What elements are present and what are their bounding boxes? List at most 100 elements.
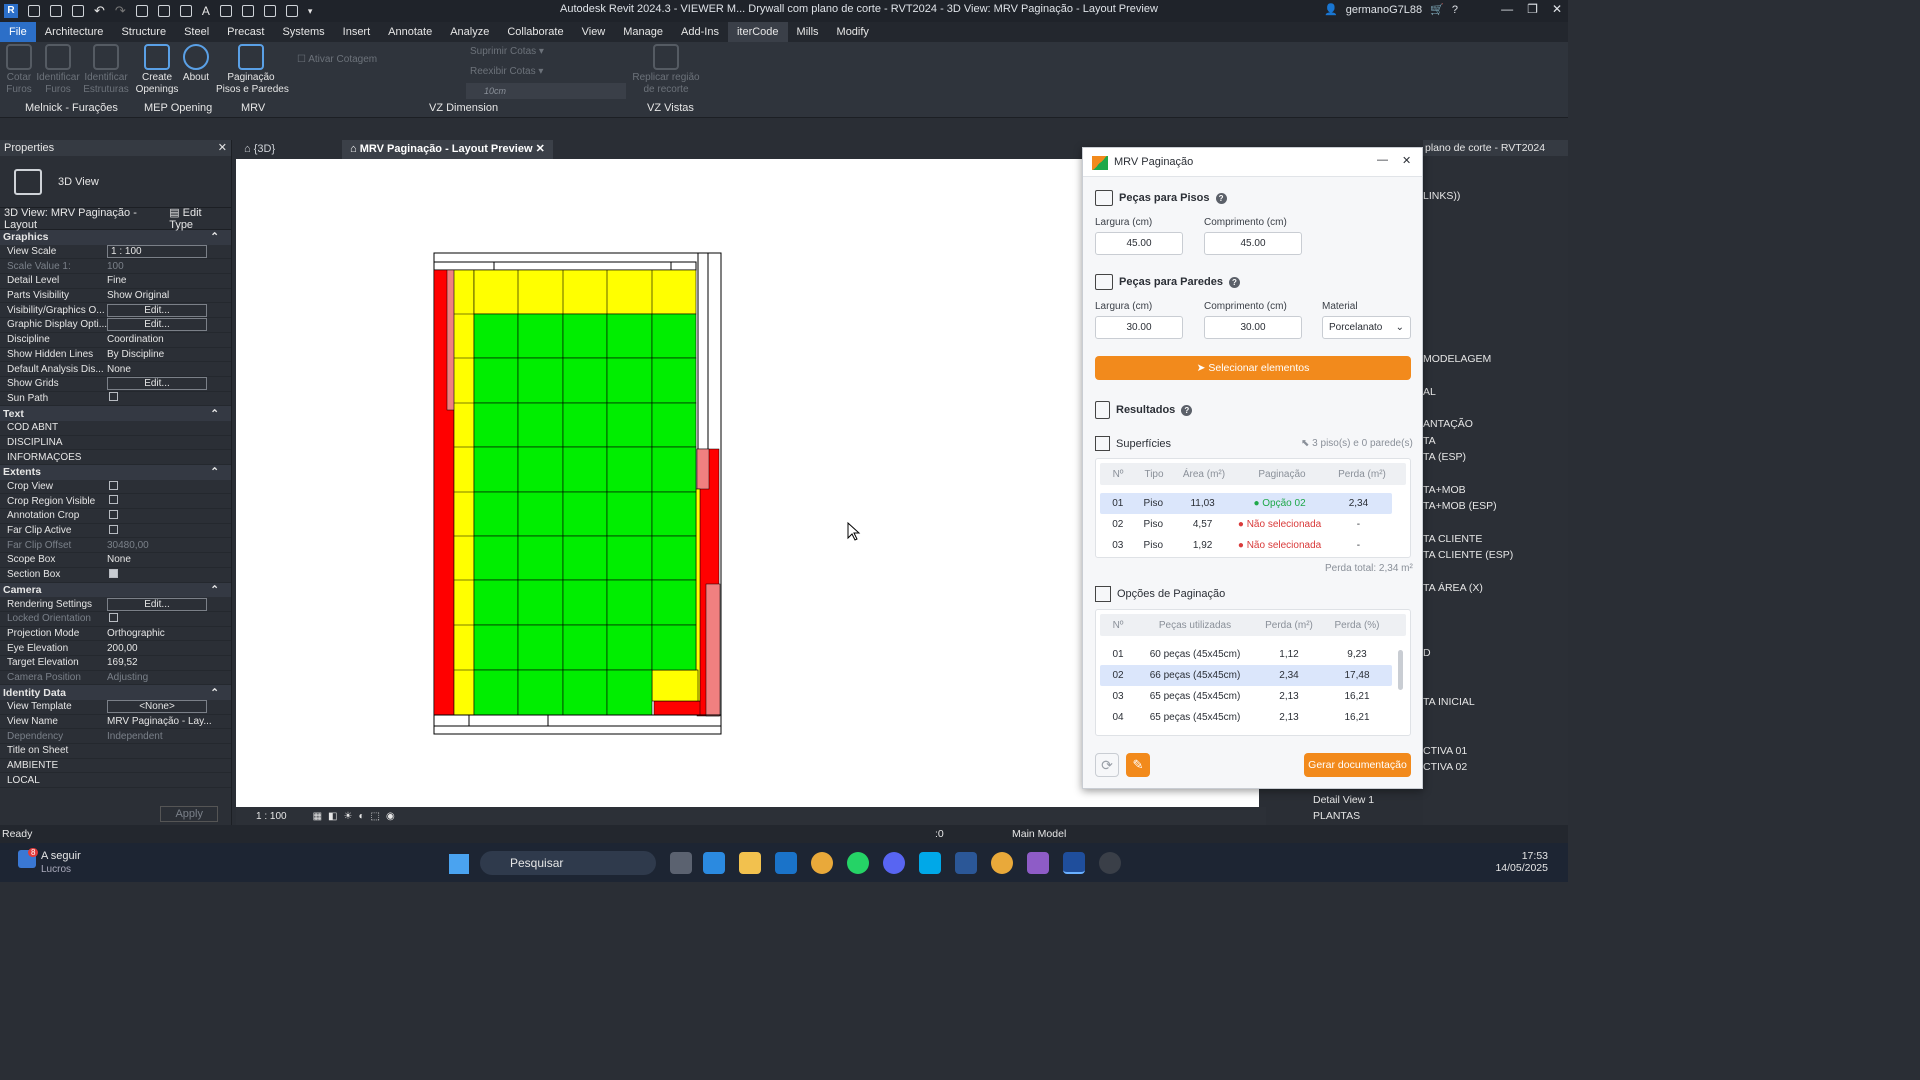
design-option-selector[interactable]: Main Model: [1012, 825, 1066, 843]
group-camera[interactable]: Camera ⌃: [0, 582, 231, 598]
file-explorer-icon[interactable]: [739, 852, 761, 874]
collapse-icon[interactable]: ⌃: [210, 466, 219, 478]
qat-dropdown-icon[interactable]: ▾: [308, 6, 313, 17]
detail-level-icon[interactable]: ▦: [313, 811, 322, 822]
section-icon[interactable]: [241, 5, 254, 17]
property-edit-button[interactable]: Edit...: [107, 318, 207, 332]
property-checkbox[interactable]: [109, 568, 118, 578]
revit-taskbar-icon[interactable]: [1063, 852, 1085, 874]
about-button[interactable]: About: [181, 44, 211, 84]
shadows-icon[interactable]: ◐: [358, 811, 364, 822]
browser-item[interactable]: TA+MOB: [1423, 484, 1466, 496]
opcoes-scrollbar[interactable]: [1398, 650, 1403, 690]
property-checkbox[interactable]: [109, 509, 118, 519]
property-value-text[interactable]: Fine: [107, 275, 126, 286]
browser-item[interactable]: TA (ESP): [1423, 451, 1466, 463]
property-value-text[interactable]: Coordination: [107, 334, 164, 345]
reexibir-cotas-button[interactable]: Reexibir Cotas ▾: [470, 66, 543, 77]
help-icon[interactable]: ?: [1228, 276, 1240, 288]
property-value-text[interactable]: 169,52: [107, 657, 138, 668]
property-value-text[interactable]: Orthographic: [107, 628, 165, 639]
menu-file[interactable]: File: [0, 22, 36, 42]
menu-structure[interactable]: Structure: [112, 22, 175, 42]
news-subtitle[interactable]: Lucros: [41, 864, 71, 875]
browser-item[interactable]: TA INICIAL: [1423, 696, 1475, 708]
property-checkbox[interactable]: [109, 524, 118, 534]
task-view-icon[interactable]: [670, 852, 692, 874]
apply-button[interactable]: Apply: [160, 806, 218, 822]
browser-item[interactable]: Detail View 1: [1313, 794, 1374, 806]
word-icon[interactable]: [955, 852, 977, 874]
menu-systems[interactable]: Systems: [273, 22, 333, 42]
help-icon[interactable]: ?: [1452, 4, 1458, 16]
property-value-text[interactable]: 200,00: [107, 643, 138, 654]
visual-studio-icon[interactable]: [1027, 852, 1049, 874]
browser-item[interactable]: D: [1423, 647, 1431, 659]
user-icon[interactable]: 👤: [1324, 3, 1338, 16]
switch-windows-icon[interactable]: [285, 5, 298, 17]
help-icon[interactable]: ?: [1215, 192, 1227, 204]
property-edit-button[interactable]: Edit...: [107, 597, 207, 611]
property-checkbox[interactable]: [109, 495, 118, 505]
superficie-row[interactable]: 03 Piso 1,92 ● Não selecionada -: [1100, 535, 1392, 556]
menu-architecture[interactable]: Architecture: [36, 22, 113, 42]
browser-item[interactable]: TA CLIENTE: [1423, 533, 1482, 545]
print-icon[interactable]: [135, 5, 148, 17]
identificar-furos-button[interactable]: Identificar Furos: [36, 44, 80, 96]
save-icon[interactable]: [50, 5, 62, 17]
news-title[interactable]: A seguir: [41, 850, 81, 862]
browser-item[interactable]: CTIVA 01: [1423, 745, 1467, 757]
material-select[interactable]: Porcelanato ⌄: [1322, 316, 1411, 339]
menu-collaborate[interactable]: Collaborate: [498, 22, 572, 42]
type-selector[interactable]: 3D View: [0, 156, 231, 208]
property-input[interactable]: 1 : 100: [107, 245, 207, 259]
menu-modify[interactable]: Modify: [828, 22, 878, 42]
outlook-icon[interactable]: [775, 852, 797, 874]
tab-3d[interactable]: ⌂ {3D}: [236, 140, 342, 159]
menu-precast[interactable]: Precast: [218, 22, 273, 42]
temporary-hide-icon[interactable]: ◉: [386, 811, 395, 822]
opcao-row[interactable]: 02 66 peças (45x45cm) 2,34 17,48: [1100, 665, 1392, 686]
menu-analyze[interactable]: Analyze: [441, 22, 498, 42]
create-openings-button[interactable]: Create Openings: [135, 44, 179, 96]
obs-icon[interactable]: [1099, 852, 1121, 874]
menu-insert[interactable]: Insert: [334, 22, 380, 42]
clear-button[interactable]: ✎: [1126, 753, 1150, 777]
chrome-icon[interactable]: [811, 852, 833, 874]
m365-icon[interactable]: [703, 852, 725, 874]
parede-comprimento-input[interactable]: 30.00: [1204, 316, 1302, 339]
opcao-row[interactable]: 04 65 peças (45x45cm) 2,13 16,21: [1100, 707, 1392, 728]
browser-item[interactable]: MODELAGEM: [1423, 353, 1491, 365]
visual-style-icon[interactable]: ◧: [328, 811, 337, 822]
undo-icon[interactable]: ↶: [94, 3, 105, 19]
browser-item[interactable]: TA CLIENTE (ESP): [1423, 549, 1513, 561]
browser-item[interactable]: ANTAÇÃO: [1423, 418, 1473, 430]
minimize-icon[interactable]: —: [1377, 154, 1388, 166]
discord-icon[interactable]: [883, 852, 905, 874]
close-icon[interactable]: ✕: [536, 143, 545, 155]
paginacao-button[interactable]: Paginação Pisos e Paredes: [216, 44, 289, 96]
refresh-button[interactable]: ⟳: [1095, 753, 1119, 777]
collapse-icon[interactable]: ⌃: [210, 687, 219, 699]
ativar-cotagem-check[interactable]: ☐ Ativar Cotagem: [297, 54, 377, 65]
whatsapp-icon[interactable]: [847, 852, 869, 874]
user-name[interactable]: germanoG7L88: [1346, 4, 1422, 16]
collapse-icon[interactable]: ⌃: [210, 408, 219, 420]
menu-view[interactable]: View: [573, 22, 615, 42]
piso-largura-input[interactable]: 45.00: [1095, 232, 1183, 255]
superficie-row[interactable]: 01 Piso 11,03 ● Opção 02 2,34: [1100, 493, 1392, 514]
minimize-icon[interactable]: —: [1501, 2, 1513, 16]
menu-itercode[interactable]: iterCode: [727, 22, 788, 42]
browser-item[interactable]: AL: [1423, 386, 1436, 398]
opcao-row[interactable]: 01 60 peças (45x45cm) 1,12 9,23: [1100, 644, 1392, 665]
dimension-size-field[interactable]: 10cm: [466, 83, 626, 99]
text-icon[interactable]: A: [202, 4, 210, 18]
help-icon[interactable]: ?: [1181, 404, 1193, 416]
menu-mills[interactable]: Mills: [788, 22, 828, 42]
sync-icon[interactable]: [72, 5, 84, 17]
edit-type-button[interactable]: ▤ Edit Type: [169, 206, 227, 231]
suprimir-cotas-button[interactable]: Suprimir Cotas ▾: [470, 46, 544, 57]
property-edit-button[interactable]: Edit...: [107, 377, 207, 391]
crop-view-icon[interactable]: ⬚: [371, 811, 380, 822]
revit-logo-icon[interactable]: R: [4, 4, 18, 18]
